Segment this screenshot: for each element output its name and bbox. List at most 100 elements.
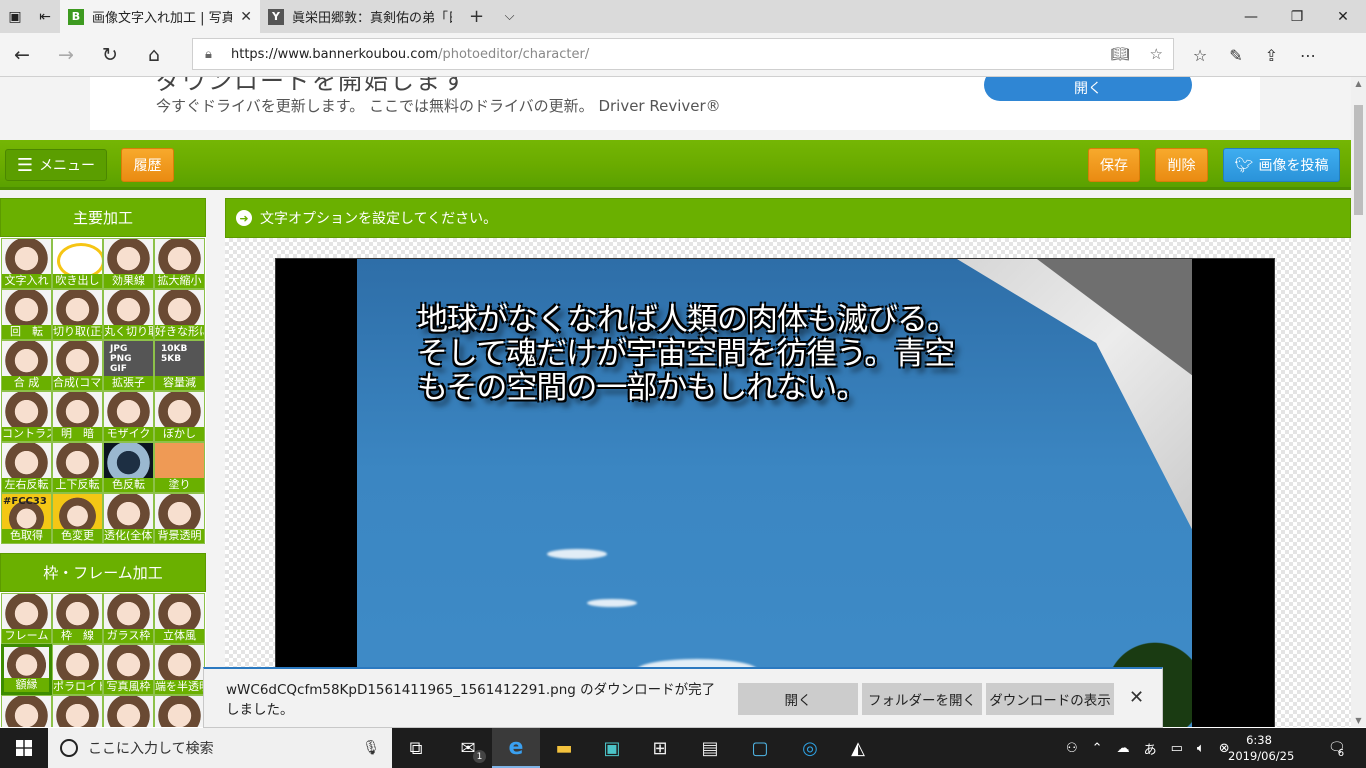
main-tool-tile[interactable]: 背景透明 [154,493,205,544]
frame-tool-tile[interactable] [52,695,103,727]
frame-tool-tile[interactable]: 額縁 [1,644,52,695]
page-scrollbar[interactable]: ▲ ▼ [1351,77,1366,727]
refresh-icon[interactable]: ↻ [88,33,132,77]
home-icon[interactable]: ⌂ [132,33,176,77]
main-tool-tile[interactable]: 塗り [154,442,205,493]
microphone-icon[interactable]: 🎙︎ [362,740,380,756]
app-icon[interactable]: ▣ [588,728,636,768]
start-button[interactable] [0,728,48,768]
favorites-icon[interactable]: ☆ [1193,46,1207,65]
main-tool-tile[interactable]: #FCC33 色取得 [1,493,52,544]
edge-browser-icon[interactable]: e [492,728,540,768]
frame-tool-tile[interactable]: 端を半透明 [154,644,205,695]
action-center-icon[interactable]: 🗨︎ 6 [1312,728,1360,768]
main-tool-tile[interactable]: 透化(全体) [103,493,154,544]
ad-open-button[interactable]: 開く [984,77,1192,101]
hamburger-icon: ☰ [16,154,34,176]
frame-tool-tile[interactable]: 写真風枠 [103,644,154,695]
main-tool-tile[interactable]: 回 転 [1,289,52,340]
main-tool-tile[interactable]: 合成(コマ割) [52,340,103,391]
close-tab-icon[interactable]: ✕ [240,9,252,25]
mail-app-icon[interactable]: ✉ 1 [444,728,492,768]
main-tool-tile[interactable]: 拡大縮小 [154,238,205,289]
file-explorer-icon[interactable]: ▬ [540,728,588,768]
ad-banner[interactable]: ダウンロードを開始します 今すぐドライバを更新します。 ここでは無料のドライバの… [90,77,1260,130]
frame-tool-tile[interactable] [154,695,205,727]
share-icon[interactable]: ⇪ [1265,46,1278,65]
open-folder-button[interactable]: フォルダーを開く [862,683,982,715]
frame-tool-tile[interactable] [103,695,154,727]
tile-label: 写真風枠 [104,680,153,694]
frame-tool-tile[interactable]: フレーム [1,593,52,644]
main-tool-tile[interactable]: 文字入れ [1,238,52,289]
post-image-button[interactable]: 🐦︎ 画像を投稿 [1223,148,1340,182]
close-window-icon[interactable]: ✕ [1320,0,1366,33]
restore-icon[interactable]: ❐ [1274,0,1320,33]
main-tool-tile[interactable]: 合 成 [1,340,52,391]
tab-actions-icon[interactable]: ▣ [0,0,30,33]
main-tool-tile[interactable]: コントラスト [1,391,52,442]
minimize-icon[interactable]: — [1228,0,1274,33]
main-tool-tile[interactable]: 左右反転 [1,442,52,493]
ime-icon[interactable]: あ [1144,739,1157,758]
frame-tool-tile[interactable]: ガラス枠 [103,593,154,644]
back-icon[interactable]: ← [0,33,44,77]
scroll-down-icon[interactable]: ▼ [1351,716,1366,725]
tray-chevron-icon[interactable]: ⌃ [1092,741,1103,756]
main-tool-tile[interactable]: 色反転 [103,442,154,493]
close-download-icon[interactable]: ✕ [1129,687,1144,708]
frame-tool-tile[interactable]: 立体風 [154,593,205,644]
set-aside-tabs-icon[interactable]: ⇤ [30,0,60,33]
tab-news[interactable]: Y 眞栄田郷敦：真剣佑の弟「日 [260,0,460,33]
address-input[interactable]: 🔒︎ https://www.bannerkoubou.com/photoedi… [192,38,1174,70]
tile-label: 色取得 [2,529,51,543]
reading-view-icon[interactable]: 📖︎ [1111,45,1130,63]
save-button[interactable]: 保存 [1088,148,1140,182]
new-tab-icon[interactable]: + [460,0,493,33]
main-tool-tile[interactable]: 吹き出し [52,238,103,289]
scroll-up-icon[interactable]: ▲ [1351,79,1366,88]
main-tool-tile[interactable]: 効果線 [103,238,154,289]
main-tool-tile[interactable]: JPG PNG GIF 拡張子 [103,340,154,391]
shazam-icon[interactable]: ◎ [786,728,834,768]
scroll-thumb[interactable] [1354,105,1363,215]
tab-image-editor[interactable]: B 画像文字入れ加工 | 写真 ✕ [60,0,260,33]
taskbar-search-input[interactable]: ここに入力して検索 🎙︎ [48,728,392,768]
paint-app-icon[interactable]: ◭ [834,728,882,768]
volume-icon[interactable]: 🔈︎ [1197,741,1205,756]
store-icon[interactable]: ⊞ [636,728,684,768]
twitter-bird-icon: 🐦︎ [1234,156,1254,174]
main-tool-tile[interactable]: モザイク [103,391,154,442]
frame-tool-tile[interactable] [1,695,52,727]
favorite-star-icon[interactable]: ☆ [1150,45,1163,63]
main-tool-tile[interactable]: 丸く切り取る [103,289,154,340]
edited-photo[interactable]: 地球がなくなれば人類の肉体も滅びる。 そして魂だけが宇宙空間を彷徨う。青空 もそ… [357,259,1192,727]
tile-label: 立体風 [155,629,204,643]
history-button[interactable]: 履歴 [121,148,174,182]
clock[interactable]: 6:38 2019/06/25 [1228,732,1294,764]
task-view-icon[interactable]: ⧉ [392,728,440,768]
people-icon[interactable]: ⚇ [1066,741,1078,756]
photo-caption-text[interactable]: 地球がなくなれば人類の肉体も滅びる。 そして魂だけが宇宙空間を彷徨う。青空 もそ… [417,303,1077,405]
delete-button[interactable]: 削除 [1155,148,1208,182]
tab-preview-chevron-icon[interactable]: ⌵ [493,0,526,33]
news-app-icon[interactable]: ▤ [686,728,734,768]
frame-tool-tile[interactable]: ポラロイド [52,644,103,695]
forward-icon[interactable]: → [44,33,88,77]
main-tool-tile[interactable]: 切り取(正確) [52,289,103,340]
open-file-button[interactable]: 開く [738,683,858,715]
main-tool-tile[interactable]: 10KB 5KB 容量減 [154,340,205,391]
menu-button[interactable]: ☰ メニュー [5,149,107,181]
network-icon[interactable]: ▭ [1171,741,1183,756]
main-tool-tile[interactable]: 色変更 [52,493,103,544]
frame-tool-tile[interactable]: 枠 線 [52,593,103,644]
show-downloads-button[interactable]: ダウンロードの表示 [986,683,1114,715]
main-tool-tile[interactable]: 明 暗 [52,391,103,442]
pen-icon[interactable]: ✎ [1229,46,1242,65]
main-tool-tile[interactable]: ぼかし [154,391,205,442]
main-tool-tile[interactable]: 好きな形に切り取る [154,289,205,340]
photos-app-icon[interactable]: ▢ [736,728,784,768]
more-icon[interactable]: ⋯ [1300,46,1316,65]
main-tool-tile[interactable]: 上下反転 [52,442,103,493]
onedrive-icon[interactable]: ☁ [1117,741,1130,756]
